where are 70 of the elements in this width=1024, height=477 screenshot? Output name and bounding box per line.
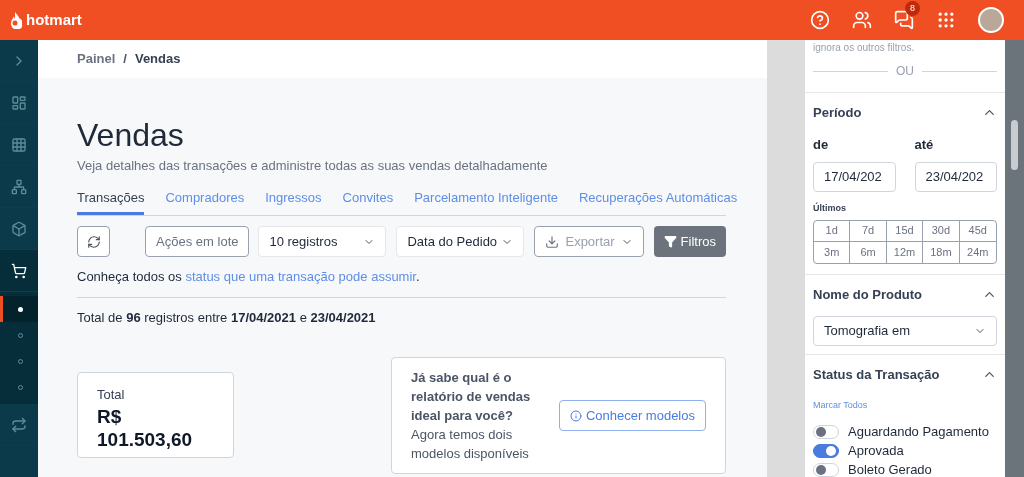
export-button[interactable]: Exportar [534, 226, 644, 257]
records-summary: Total de 96 registros entre 17/04/2021 e 23/04/2021 [77, 308, 377, 327]
date-field[interactable]: 17/04/202 [813, 162, 896, 192]
date-label: até [914, 135, 935, 154]
cart-icon[interactable] [11, 262, 27, 279]
sync-icon[interactable] [11, 416, 27, 433]
status-option-label: Boleto Gerado [848, 462, 932, 477]
promo-text: Já sabe qual é o relatório de vendas ideal para você? Agora temos dois modelos disponíveis [411, 369, 532, 463]
tab[interactable]: Parcelamento Inteligente [414, 187, 558, 215]
grid-icon[interactable] [11, 136, 27, 153]
tab[interactable]: Ingressos [265, 187, 322, 215]
flame-logo-icon [8, 11, 22, 29]
range-button[interactable]: 3m [814, 241, 851, 263]
logo-text: hotmart [26, 9, 82, 30]
section-title: Status da Transação [813, 366, 940, 384]
refresh-button[interactable] [77, 226, 110, 257]
select-all-link[interactable]: Marcar Todos [813, 398, 997, 412]
breadcrumb-separator: / [123, 50, 127, 69]
chat-icon[interactable] [894, 10, 914, 30]
models-button[interactable]: Conhecer modelos [558, 400, 706, 431]
product-select[interactable]: Tomografia em [813, 316, 997, 346]
range-button[interactable]: 7d [850, 220, 887, 242]
refresh-icon [86, 234, 101, 249]
tab[interactable]: Compradores [165, 187, 245, 215]
tab[interactable]: Recuperações Automáticas [578, 187, 738, 215]
range-button[interactable]: 30d [923, 220, 960, 242]
community-icon[interactable] [852, 10, 872, 30]
status-option-label: Aguardando Pagamento [848, 424, 989, 440]
avatar[interactable] [978, 7, 1004, 33]
download-icon [545, 234, 560, 249]
range-button[interactable]: 18m [923, 241, 960, 263]
toggle-switch[interactable] [813, 444, 839, 458]
section-title: Período [813, 104, 862, 122]
submenu-item[interactable] [0, 296, 38, 322]
or-divider-label: OU [896, 63, 914, 80]
filters-button[interactable]: Filtros [653, 226, 726, 257]
page-size-select[interactable]: 10 registros [258, 226, 387, 257]
range-button[interactable]: 24m [959, 241, 996, 263]
status-note: Conheça todos os status que uma transação pode assumir. [77, 268, 421, 286]
recent-label: Últimos [813, 202, 847, 215]
network-icon[interactable] [11, 178, 27, 195]
range-button[interactable]: 12m [886, 241, 924, 263]
total-label: Total [97, 386, 126, 404]
status-option-label: Aprovada [848, 443, 904, 459]
range-button[interactable]: 45d [959, 220, 996, 242]
filter-hint: ignora os outros filtros. [813, 41, 916, 54]
range-button[interactable]: 15d [886, 220, 924, 242]
range-button[interactable]: 1d [814, 220, 851, 242]
date-field[interactable]: 23/04/202 [914, 162, 997, 192]
date-label: de [813, 135, 830, 154]
breadcrumb-link[interactable]: Painel [77, 49, 116, 69]
help-icon[interactable] [810, 10, 830, 30]
notification-badge: 8 [905, 1, 920, 16]
dashboard-icon[interactable] [11, 94, 27, 111]
section-title: Nome do Produto [813, 285, 923, 304]
status-link[interactable]: status que uma transação pode assumir [185, 269, 416, 284]
sort-select[interactable]: Data do Pedido [396, 226, 525, 257]
box-icon[interactable] [11, 220, 27, 237]
tab[interactable]: Transações [77, 187, 145, 215]
filter-icon [663, 235, 677, 248]
page-subtitle: Veja detalhes das transações e administre todas as suas vendas detalhadamente [77, 157, 549, 175]
batch-actions-button[interactable]: Ações em lote [145, 226, 250, 257]
info-icon [569, 409, 582, 422]
breadcrumb-current: Vendas [134, 50, 181, 69]
total-value: R$ 101.503,60 [97, 404, 194, 451]
tab[interactable]: Convites [342, 187, 394, 215]
apps-grid-icon[interactable] [936, 10, 956, 30]
scrollbar[interactable] [1005, 40, 1024, 477]
page-title: Vendas [77, 116, 185, 154]
range-button[interactable]: 6m [850, 241, 887, 263]
